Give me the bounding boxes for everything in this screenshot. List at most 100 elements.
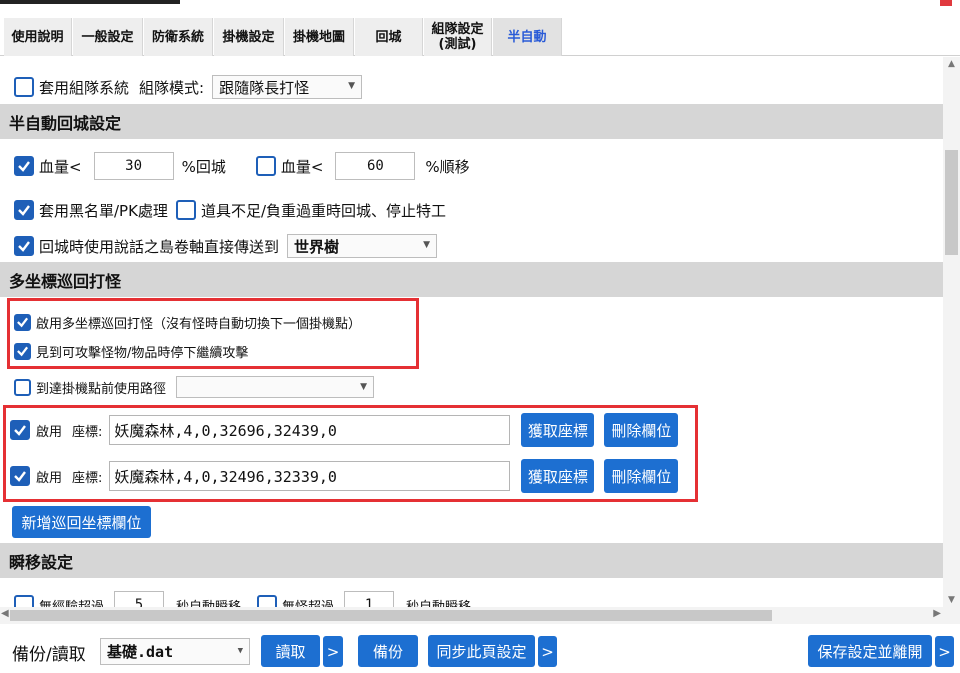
party-mode-select[interactable]: 跟隨隊長打怪 ▼ [212, 75, 363, 99]
check-icon [17, 346, 29, 357]
patrol-stop-label: 見到可攻擊怪物/物品時停下繼續攻擊 [36, 345, 249, 361]
blacklist-row: 套用黑名單/PK處理 道具不足/負重過重時回城、停止特工 [14, 197, 446, 223]
chevron-down-icon: ▼ [237, 646, 243, 656]
section-semi-auto-return: 半自動回城設定 [0, 104, 943, 139]
coord-2-checkbox[interactable] [10, 466, 30, 486]
tab-general[interactable]: 一般設定 [73, 18, 143, 56]
tab-party[interactable]: 組隊設定 (測試) [424, 18, 492, 56]
tab-semi-auto[interactable]: 半自動 [493, 18, 562, 56]
hp-return-input[interactable]: 30 [93, 152, 174, 180]
no-monster-input[interactable]: 1 [344, 591, 395, 607]
save-exit-button[interactable]: 保存設定並離開 [808, 635, 932, 667]
hp-row: 血量< 30 %回城 血量< 60 %順移 [14, 151, 470, 181]
no-exp-suffix: 秒自動瞬移 [176, 599, 242, 608]
check-icon [14, 425, 26, 436]
hp-return-suffix: %回城 [181, 157, 226, 176]
backup-label: 備份/讀取 [12, 645, 86, 665]
scroll-up-icon[interactable]: ▲ [943, 59, 960, 69]
backup-button[interactable]: 備份 [358, 635, 418, 667]
party-mode-value: 跟隨隊長打怪 [219, 78, 310, 97]
chevron-down-icon: ▼ [348, 81, 356, 91]
close-icon[interactable] [940, 0, 952, 6]
tab-return[interactable]: 回城 [355, 18, 423, 56]
scrollbar-corner [943, 607, 960, 624]
file-value: 基礎.dat [107, 643, 174, 661]
vertical-scrollbar[interactable]: ▲ ▼ [943, 57, 960, 607]
scroll-tp-checkbox[interactable] [14, 236, 34, 256]
coord-1-delete-button[interactable]: 刪除欄位 [604, 413, 679, 447]
section-multi-patrol: 多坐標巡回打怪 [0, 262, 943, 297]
file-select[interactable]: 基礎.dat ▼ [100, 638, 250, 665]
coord-2-get-button[interactable]: 獲取座標 [521, 459, 595, 493]
coord-1-checkbox[interactable] [10, 420, 30, 440]
sync-page-button[interactable]: 同步此頁設定 [428, 635, 535, 667]
party-checkbox[interactable] [14, 77, 34, 97]
patrol-enable-label: 啟用多坐標巡回打怪（沒有怪時自動切換下一個掛機點） [36, 316, 362, 332]
horizontal-scrollbar[interactable]: ◀ ▶ [0, 607, 943, 624]
scroll-right-icon[interactable]: ▶ [933, 608, 941, 619]
scroll-tp-row: 回城時使用說話之島卷軸直接傳送到 世界樹 ▼ [14, 233, 438, 259]
scroll-down-icon[interactable]: ▼ [943, 595, 960, 605]
patrol-enable-row: 啟用多坐標巡回打怪（沒有怪時自動切換下一個掛機點） [14, 311, 361, 333]
no-exp-input[interactable]: 5 [114, 591, 165, 607]
coord-1-label: 座標: [72, 424, 103, 440]
item-low-checkbox[interactable] [175, 200, 196, 220]
coord-2-enable-label: 啟用 [36, 470, 63, 486]
hp-teleport-label: 血量< [280, 157, 324, 176]
item-low-label: 道具不足/負重過重時回城、停止特工 [200, 201, 446, 220]
scroll-tp-select[interactable]: 世界樹 ▼ [287, 234, 438, 258]
no-exp-checkbox[interactable] [14, 595, 34, 607]
scroll-left-icon[interactable]: ◀ [1, 608, 9, 619]
hp-teleport-input[interactable]: 60 [335, 152, 416, 180]
save-more-button[interactable]: > [935, 636, 954, 667]
tab-usage[interactable]: 使用說明 [4, 18, 72, 56]
tab-afk-map[interactable]: 掛機地圖 [285, 18, 354, 56]
hp-return-label: 血量< [39, 157, 82, 176]
hp-teleport-suffix: %順移 [425, 157, 470, 176]
scroll-tp-label: 回城時使用說話之島卷軸直接傳送到 [39, 237, 280, 256]
section-teleport: 瞬移設定 [0, 543, 943, 578]
blacklist-label: 套用黑名單/PK處理 [39, 201, 168, 220]
coord-2-input[interactable]: 妖魔森林,4,0,32496,32339,0 [109, 461, 511, 491]
chevron-down-icon: ▼ [423, 240, 431, 250]
hp-teleport-checkbox[interactable] [255, 156, 276, 176]
patrol-enable-checkbox[interactable] [14, 313, 31, 331]
no-monster-suffix: 秒自動瞬移 [406, 599, 472, 608]
patrol-stop-row: 見到可攻擊怪物/物品時停下繼續攻擊 [14, 340, 248, 362]
bottom-bar: 備份/讀取 基礎.dat ▼ 讀取 > 備份 同步此頁設定 > 保存設定並離開 … [0, 624, 960, 673]
read-more-button[interactable]: > [323, 636, 343, 667]
chevron-down-icon: ▼ [360, 382, 368, 392]
coord-2-label: 座標: [72, 470, 103, 486]
party-row: 套用組隊系統 組隊模式: 跟隨隊長打怪 ▼ [14, 73, 363, 101]
coord-2-delete-button[interactable]: 刪除欄位 [604, 459, 679, 493]
tab-afk-settings[interactable]: 掛機設定 [214, 18, 284, 56]
settings-panel: 套用組隊系統 組隊模式: 跟隨隊長打怪 ▼ 半自動回城設定 血量< 30 %回城… [0, 57, 943, 607]
read-button[interactable]: 讀取 [261, 635, 320, 667]
patrol-path-select[interactable]: ▼ [176, 376, 375, 398]
check-icon [14, 471, 26, 482]
check-icon [18, 161, 30, 172]
blacklist-checkbox[interactable] [14, 200, 34, 220]
tab-defense[interactable]: 防衛系統 [144, 18, 213, 56]
coord-1-enable-label: 啟用 [36, 424, 63, 440]
coord-1-input[interactable]: 妖魔森林,4,0,32696,32439,0 [109, 415, 511, 445]
coord-row-1: 啟用 座標: 妖魔森林,4,0,32696,32439,0 獲取座標 刪除欄位 [10, 413, 679, 447]
title-remnant [0, 0, 180, 4]
patrol-stop-checkbox[interactable] [14, 342, 31, 360]
vertical-scroll-thumb[interactable] [945, 150, 958, 255]
party-mode-label: 組隊模式: [139, 78, 205, 97]
patrol-path-row: 到達掛機點前使用路徑 ▼ [14, 375, 375, 399]
no-monster-checkbox[interactable] [257, 595, 278, 607]
patrol-path-checkbox[interactable] [14, 378, 31, 396]
no-exp-label: 無經驗超過 [39, 599, 105, 608]
tab-bar: 使用說明 一般設定 防衛系統 掛機設定 掛機地圖 回城 組隊設定 (測試) 半自… [0, 18, 960, 56]
party-label: 套用組隊系統 [39, 78, 130, 97]
add-patrol-button[interactable]: 新增巡回坐標欄位 [12, 506, 151, 538]
check-icon [18, 205, 30, 216]
coord-row-2: 啟用 座標: 妖魔森林,4,0,32496,32339,0 獲取座標 刪除欄位 [10, 459, 679, 493]
sync-more-button[interactable]: > [538, 636, 557, 667]
coord-1-get-button[interactable]: 獲取座標 [521, 413, 595, 447]
check-icon [17, 317, 29, 328]
hp-return-checkbox[interactable] [14, 156, 34, 176]
horizontal-scroll-thumb[interactable] [10, 610, 772, 621]
